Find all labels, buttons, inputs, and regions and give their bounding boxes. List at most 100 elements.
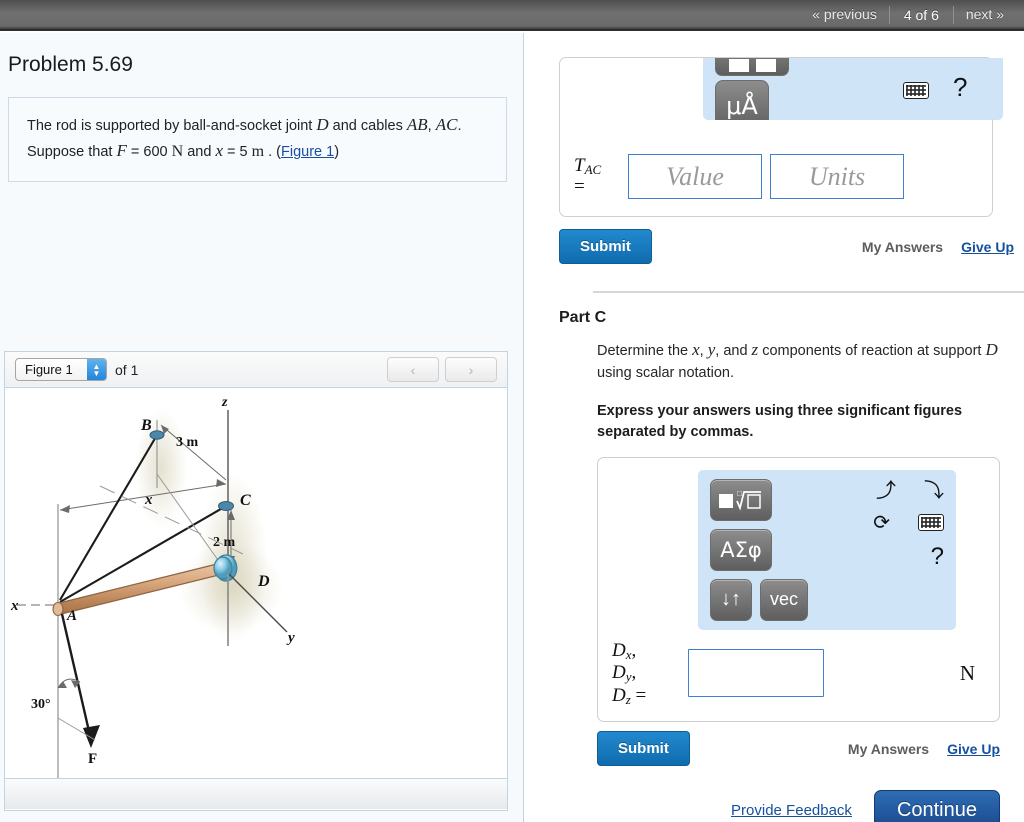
figure-next-button[interactable]: › [445,357,497,382]
keyboard-icon[interactable] [903,82,929,99]
qc-part-1: Determine the [597,343,693,359]
stmt-part-3: cables [360,118,407,134]
continue-button[interactable]: Continue [873,790,1000,822]
part-c-answer-box: □ ΑΣφ ↓↑ vec ⤴ ⤵ ⟳ ? Dx, Dy, Dz = N [597,456,1000,723]
fraction-numerator-box [728,59,749,72]
keyboard-icon[interactable] [918,514,944,532]
figure-panel: Figure 1 ▲ ▼ of 1 ‹ › z x 3 m 2 m B C D … [4,351,508,811]
part-b-label: TAC = [574,156,628,197]
nav-separator-right [952,5,954,24]
part-b-my-answers-link[interactable]: My Answers [862,239,943,255]
help-icon[interactable]: ? [931,544,944,569]
label-equals: = [635,684,647,706]
problem-counter: 4 of 6 [903,6,939,23]
provide-feedback-link[interactable]: Provide Feedback [731,802,852,819]
part-c-unit-label: N [959,660,975,685]
point-label-A: A [66,608,77,624]
stmt-var-F: F [116,141,127,161]
problem-panel: Problem 5.69 The rod is supported by bal… [0,33,524,822]
part-c-instruction: Express your answers using three signifi… [597,402,963,440]
palette-icon-row-2: ⟳ [873,513,944,533]
angle-label-30: 30° [31,697,51,712]
figure-1-link[interactable]: Figure 1 [281,144,334,160]
part-b-submit-button[interactable]: Submit [559,229,652,264]
redo-icon[interactable]: ⤵ [924,481,944,501]
part-c-answer-input[interactable] [688,649,824,698]
stmt-var-x: x [215,141,223,161]
qc-part-4: components of reaction at support [758,343,986,359]
stmt-eq1: = 600 [126,144,172,161]
label-D-z: D [612,684,626,706]
figure-count-label: of 1 [115,361,139,378]
part-c-my-answers-link[interactable]: My Answers [848,741,929,757]
part-c-field-row: Dx, Dy, Dz = N [612,640,985,708]
part-c-give-up-link[interactable]: Give Up [947,741,1000,757]
figure-select-wrapper[interactable]: Figure 1 ▲ ▼ [15,358,107,381]
part-b-label-T: T [574,155,585,177]
point-label-B: B [140,417,152,434]
part-c-submit-button[interactable]: Submit [597,731,690,767]
qc-var-x: x [692,340,700,359]
greek-letters-button[interactable]: ΑΣφ [710,528,772,571]
palette-buttons-group: □ ΑΣφ ↓↑ vec [710,478,808,621]
next-link[interactable]: next » [954,0,1016,30]
figure-prev-button[interactable]: ‹ [387,357,439,382]
reset-icon[interactable]: ⟳ [873,513,890,533]
dim-label-2m: 2 m [213,535,236,550]
dim-label-x: x [144,492,153,508]
units-button[interactable]: μÅ [715,80,769,120]
part-b-give-up-link[interactable]: Give Up [961,239,1014,255]
figure-image: z x 3 m 2 m B C D A x y F 30° [5,388,507,778]
stmt-var-AB: AB [406,115,428,134]
qc-var-D: D [985,340,998,359]
problem-statement-box: The rod is supported by ball-and-socket … [8,97,507,183]
axis-label-x: x [10,598,19,614]
label-D-x: D [612,639,626,661]
dim-label-3m: 3 m [176,435,199,450]
axis-label-y: y [286,630,295,646]
top-navigation-bar: « previous 4 of 6 next » [0,0,1024,31]
stmt-part-2: and [328,118,357,134]
palette-row-2: ΑΣφ [710,528,808,571]
previous-link[interactable]: « previous [800,0,889,30]
stmt-paren: ) [334,144,340,161]
math-template-sqrt-button[interactable]: □ [710,478,772,521]
subscript-superscript-button[interactable]: ↓↑ [710,578,752,621]
problem-statement-text: The rod is supported by ball-and-socket … [27,112,490,165]
point-label-C: C [240,492,251,509]
figure-select-stepper-icon[interactable]: ▲ ▼ [87,359,106,380]
qc-part-5: using scalar notation. [597,364,735,381]
part-c-question-body: Determine the x, y, and z components of … [525,327,1024,443]
answer-panel: μÅ ? TAC = Value Units Submit My Answers… [525,33,1024,822]
stmt-var-D: D [316,115,329,134]
part-b-value-input[interactable]: Value [628,154,762,199]
qc-part-2: , [699,343,708,359]
label-sub-z: z [625,691,631,707]
nav-separator-left [888,5,890,24]
part-c-question-text: Determine the x, y, and z components of … [597,337,1000,385]
stmt-and: and [183,144,216,161]
palette-icon-row-3: ? [873,544,944,569]
fraction-template-button[interactable] [715,58,789,76]
label-sep-1: , [631,639,637,661]
part-b-answer-box: μÅ ? TAC = Value Units [559,57,1003,217]
stmt-eq2: = 5 [223,144,248,161]
undo-icon[interactable]: ⤴ [876,481,896,501]
part-b-units-input[interactable]: Units [770,154,904,199]
vector-button[interactable]: vec [760,578,808,621]
palette-row-3: ↓↑ vec [710,578,808,621]
section-divider [593,291,1024,293]
sqrt-icon: □ [719,489,761,511]
part-c-heading: Part C [559,309,607,326]
help-icon[interactable]: ? [953,72,967,103]
label-sep-2: , [631,662,637,684]
stmt-unit-m: m [251,143,265,161]
part-b-math-palette: μÅ ? [703,58,1003,120]
statics-diagram-svg: z x 3 m 2 m B C D A x y F 30° [10,395,295,778]
axis-label-z: z [221,395,228,410]
stmt-comma: , [427,118,436,134]
part-b-equals: = [574,175,585,197]
stmt-dot: . ( [264,144,281,161]
figure-toolbar: Figure 1 ▲ ▼ of 1 ‹ › [5,352,507,388]
svg-text:□: □ [737,489,742,498]
